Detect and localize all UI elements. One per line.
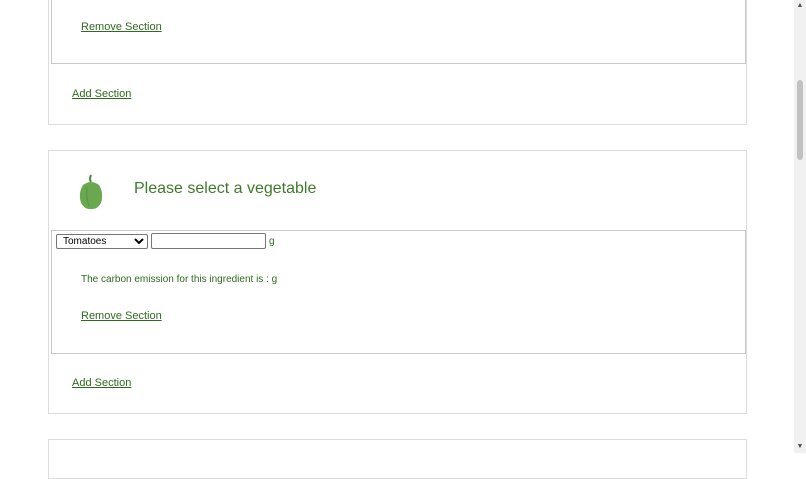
unit-label: g [269, 236, 275, 247]
carbon-emission-text: The carbon emission for this ingredient … [81, 274, 278, 285]
quantity-input[interactable] [151, 233, 266, 249]
section-card-next [48, 439, 747, 479]
remove-section-link[interactable]: Remove Section [81, 21, 162, 33]
add-section-link[interactable]: Add Section [72, 88, 131, 100]
ingredient-box-top: Remove Section [51, 0, 746, 64]
section-card-top: Remove Section Add Section [48, 0, 747, 125]
scroll-up-arrow-icon[interactable]: ▲ [796, 2, 804, 10]
scroll-down-arrow-icon[interactable]: ▼ [796, 443, 804, 451]
section-card-vegetable: Please select a vegetable Tomatoes g The… [48, 150, 747, 414]
pepper-icon [77, 173, 105, 216]
remove-section-link[interactable]: Remove Section [81, 310, 162, 322]
scrollbar-thumb[interactable] [797, 80, 803, 160]
vegetable-select[interactable]: Tomatoes [56, 234, 148, 249]
add-section-link[interactable]: Add Section [72, 377, 131, 389]
ingredient-box: Tomatoes g The carbon emission for this … [51, 230, 746, 354]
section-title: Please select a vegetable [134, 180, 317, 197]
vertical-scrollbar[interactable]: ▲ ▼ [794, 0, 806, 453]
